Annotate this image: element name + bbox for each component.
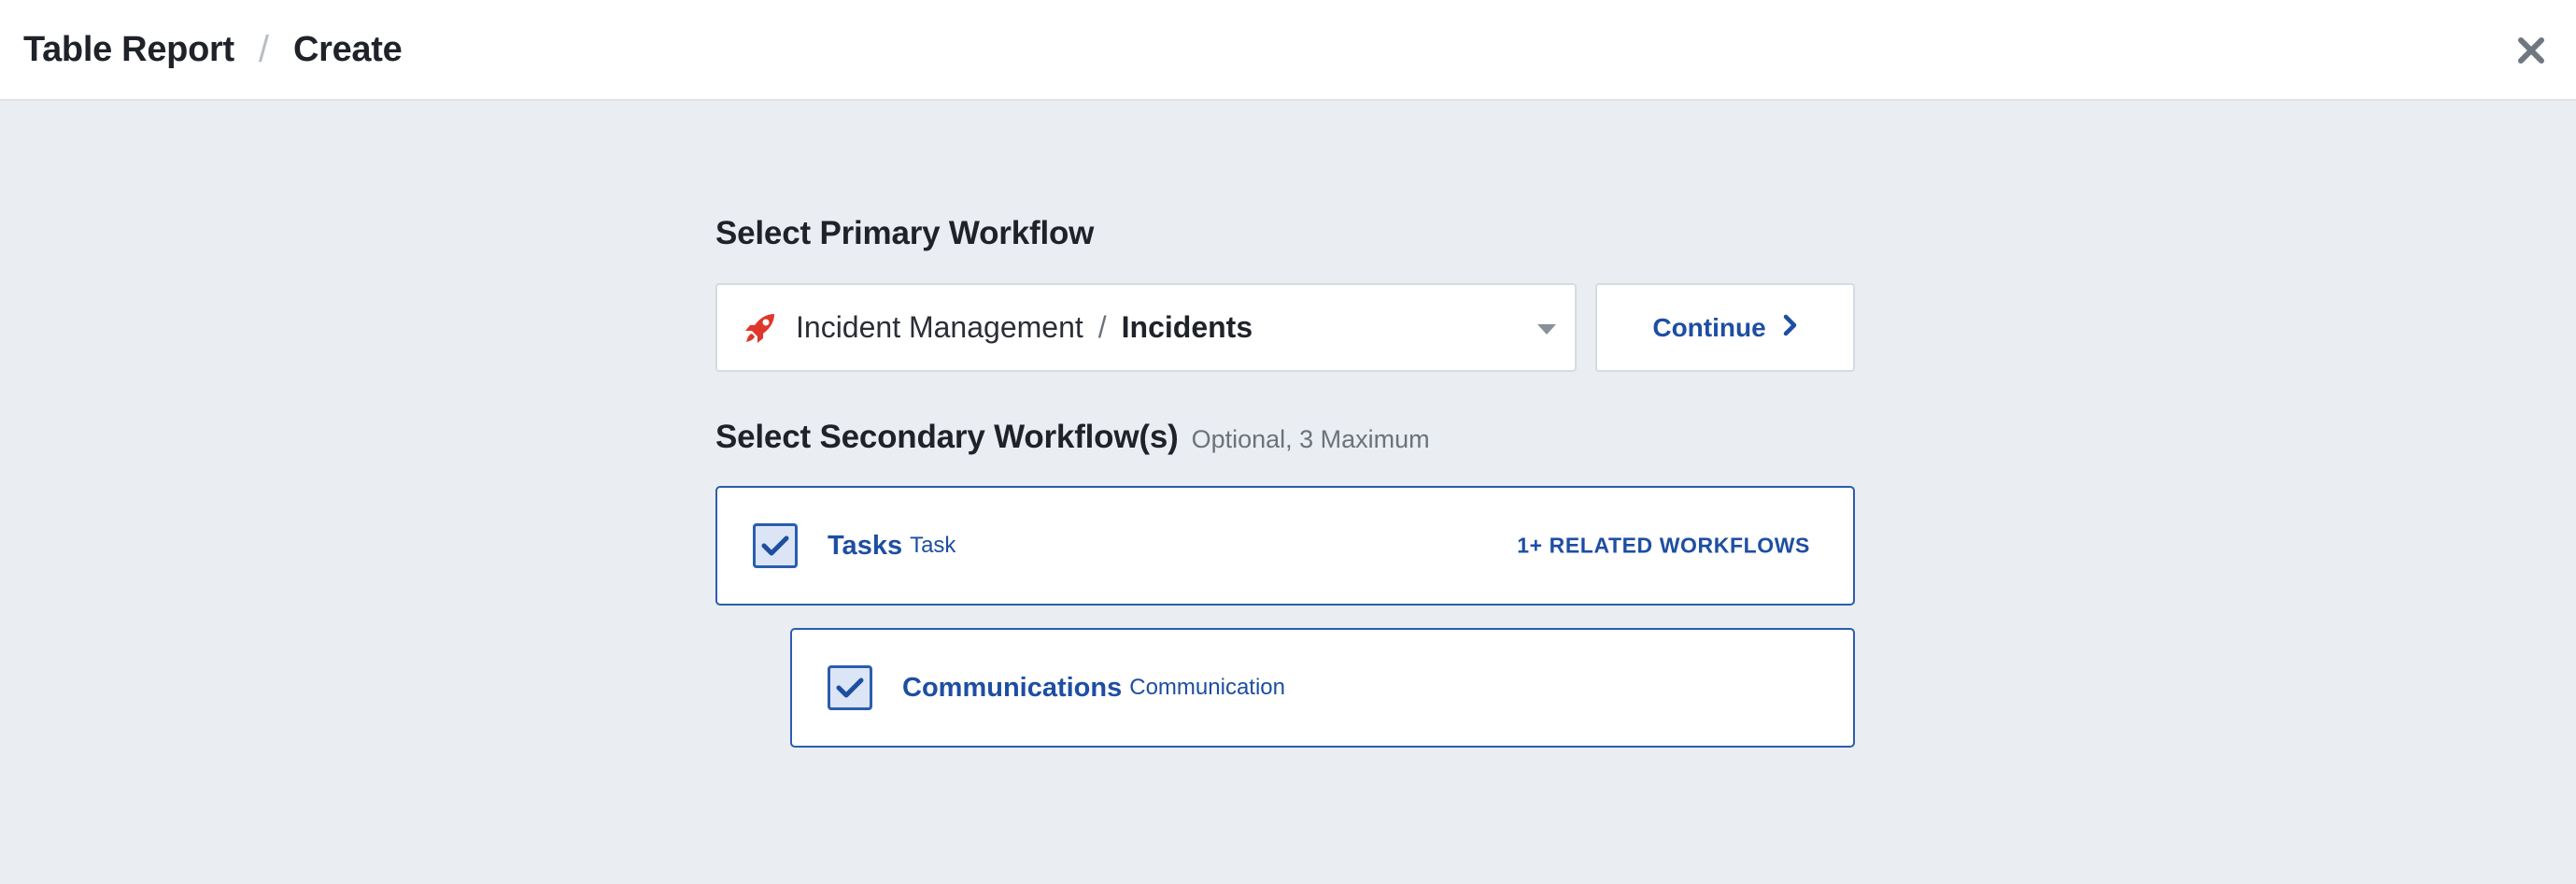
top-bar: Table Report / Create <box>0 0 2576 101</box>
primary-workflow-title: Select Primary Workflow <box>715 215 1095 251</box>
primary-workflow-row: Incident Management / Incidents Continue <box>715 283 1855 372</box>
workflow-type: Communication <box>1129 675 1285 700</box>
breadcrumb-separator: / <box>258 28 269 70</box>
selected-workflow: Incidents <box>1121 310 1253 344</box>
continue-label: Continue <box>1652 312 1766 342</box>
breadcrumb-root[interactable]: Table Report <box>23 30 234 70</box>
selected-app: Incident Management <box>796 310 1083 344</box>
related-workflows-link[interactable]: 1+ RELATED WORKFLOWS <box>1517 534 1810 559</box>
caret-down-icon <box>1537 324 1556 335</box>
secondary-workflow-header: Select Secondary Workflow(s) Optional, 3… <box>715 419 1430 456</box>
workflow-name: Communications <box>902 672 1123 703</box>
close-icon[interactable] <box>2507 26 2555 75</box>
checkbox-checked[interactable] <box>753 523 798 568</box>
workflow-type: Task <box>910 533 956 558</box>
select-separator: / <box>1097 310 1107 344</box>
secondary-workflow-card-tasks[interactable]: Tasks Task 1+ RELATED WORKFLOWS <box>715 486 1855 606</box>
secondary-workflow-card-communications[interactable]: Communications Communication <box>790 628 1855 748</box>
page-title: Create <box>292 29 403 69</box>
continue-button[interactable]: Continue <box>1595 283 1855 372</box>
chevron-right-icon <box>1783 314 1798 341</box>
workflow-name: Tasks <box>828 530 903 561</box>
secondary-workflow-hint: Optional, 3 Maximum <box>1191 425 1430 453</box>
secondary-workflow-title: Select Secondary Workflow(s) <box>715 419 1179 455</box>
rocket-icon <box>743 311 777 345</box>
checkbox-checked[interactable] <box>828 665 872 710</box>
primary-workflow-select[interactable]: Incident Management / Incidents <box>715 283 1577 372</box>
